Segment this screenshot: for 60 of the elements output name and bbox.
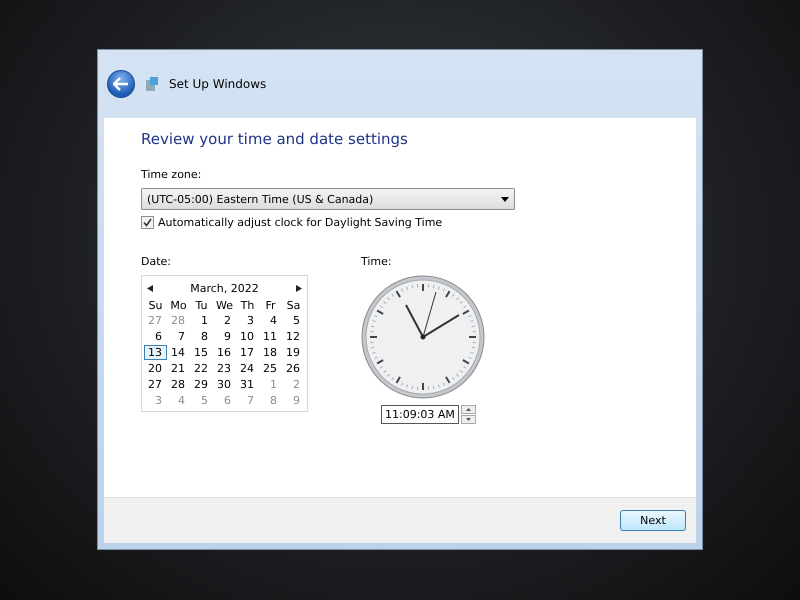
spin-up-button[interactable] xyxy=(460,405,476,414)
weekday-header: Fr xyxy=(264,299,277,312)
dropdown-caret-icon xyxy=(501,196,509,202)
weekday-header: Sa xyxy=(286,299,302,312)
weekday-header: Th xyxy=(240,299,256,312)
calendar-day[interactable]: 31 xyxy=(236,377,259,392)
time-zone-dropdown[interactable]: (UTC-05:00) Eastern Time (US & Canada) xyxy=(141,188,515,210)
daylight-checkbox[interactable] xyxy=(141,216,154,229)
previous-month-icon xyxy=(147,285,153,292)
month-title[interactable]: March, 2022 xyxy=(190,282,259,295)
calendar-day[interactable]: 5 xyxy=(282,313,305,328)
date-label: Date: xyxy=(141,255,172,268)
calendar-day[interactable]: 29 xyxy=(190,377,213,392)
calendar-day[interactable]: 13 xyxy=(144,345,167,360)
time-label: Time: xyxy=(361,255,392,268)
calendar-day[interactable]: 8 xyxy=(190,329,213,344)
calendar-day[interactable]: 3 xyxy=(236,313,259,328)
calendar-day[interactable]: 9 xyxy=(213,329,236,344)
calendar-day[interactable]: 20 xyxy=(144,361,167,376)
calendar-day[interactable]: 18 xyxy=(259,345,282,360)
calendar-day[interactable]: 1 xyxy=(190,313,213,328)
spin-down-button[interactable] xyxy=(460,415,476,424)
time-zone-label: Time zone: xyxy=(141,168,202,181)
calendar-day[interactable]: 26 xyxy=(282,361,305,376)
down-caret-icon xyxy=(466,418,471,421)
calendar-day[interactable]: 7 xyxy=(167,329,190,344)
weekday-header: We xyxy=(215,299,234,312)
setup-icon xyxy=(145,76,159,92)
checkmark-icon xyxy=(143,218,152,227)
calendar-day[interactable]: 24 xyxy=(236,361,259,376)
calendar-day[interactable]: 25 xyxy=(259,361,282,376)
calendar-day[interactable]: 23 xyxy=(213,361,236,376)
calendar-day[interactable]: 16 xyxy=(213,345,236,360)
calendar-day[interactable]: 11 xyxy=(259,329,282,344)
calendar-day[interactable]: 10 xyxy=(236,329,259,344)
calendar-day[interactable]: 27 xyxy=(144,377,167,392)
back-arrow-icon xyxy=(113,77,129,91)
calendar-day[interactable]: 6 xyxy=(144,329,167,344)
calendar-day[interactable]: 4 xyxy=(259,313,282,328)
next-month-icon xyxy=(296,285,302,292)
page-heading: Review your time and date settings xyxy=(141,130,409,148)
calendar-day[interactable]: 19 xyxy=(282,345,305,360)
next-button[interactable]: Next xyxy=(620,510,686,531)
window-title: Set Up Windows xyxy=(169,77,266,91)
calendar-day[interactable]: 22 xyxy=(190,361,213,376)
calendar-day[interactable]: 14 xyxy=(167,345,190,360)
weekday-header: Tu xyxy=(194,299,209,312)
calendar-day[interactable]: 2 xyxy=(213,313,236,328)
weekday-header: Su xyxy=(148,299,164,312)
calendar-day[interactable]: 12 xyxy=(282,329,305,344)
calendar-day[interactable]: 30 xyxy=(213,377,236,392)
time-field[interactable]: 11:09:03 AM xyxy=(381,405,459,424)
daylight-label: Automatically adjust clock for Daylight Saving Time xyxy=(158,216,442,229)
up-caret-icon xyxy=(466,408,471,411)
calendar-day[interactable]: 17 xyxy=(236,345,259,360)
back-button[interactable] xyxy=(107,70,135,98)
calendar-day[interactable]: 15 xyxy=(190,345,213,360)
calendar-day[interactable]: 28 xyxy=(167,377,190,392)
calendar-day[interactable]: 21 xyxy=(167,361,190,376)
weekday-header: Mo xyxy=(169,299,188,312)
